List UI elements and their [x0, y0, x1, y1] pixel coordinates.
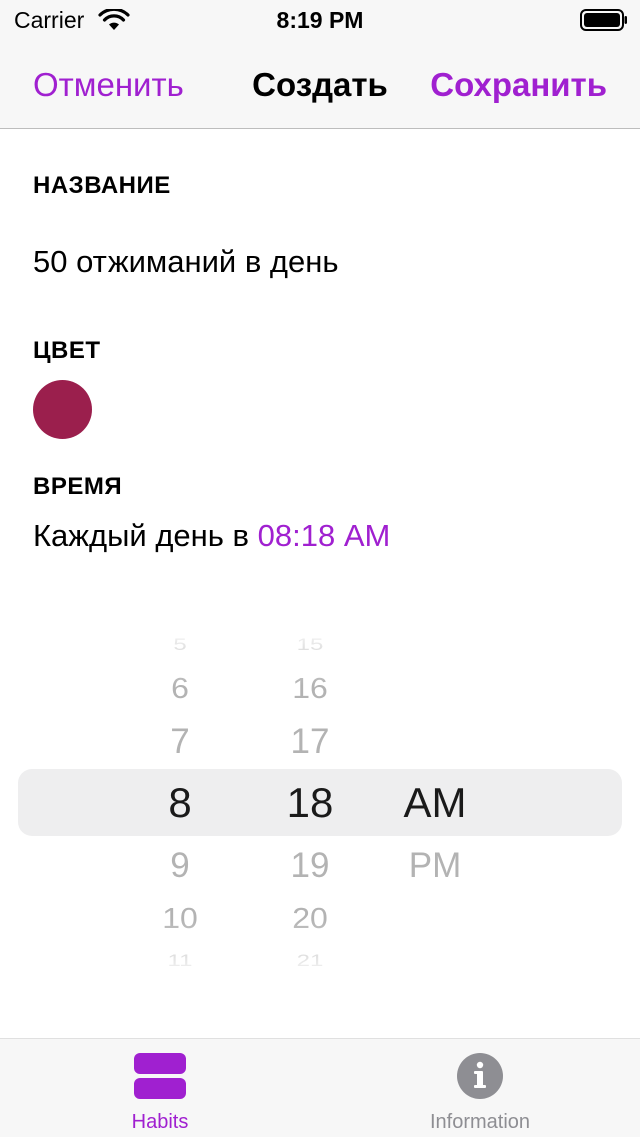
- time-summary-prefix: Каждый день в: [33, 518, 258, 553]
- minute-option[interactable]: 19: [250, 848, 370, 883]
- hour-wheel[interactable]: 456789101112: [120, 625, 240, 980]
- minute-option[interactable]: 20: [250, 904, 370, 933]
- tab-habits-label: Habits: [131, 1111, 189, 1133]
- tab-habits[interactable]: Habits: [0, 1039, 320, 1137]
- minute-selected[interactable]: 18: [250, 782, 370, 824]
- minute-option[interactable]: 16: [250, 674, 370, 703]
- period-option[interactable]: PM: [375, 848, 495, 883]
- hour-option[interactable]: 9: [120, 848, 240, 883]
- period-selected[interactable]: AM: [375, 782, 495, 824]
- cancel-button[interactable]: Отменить: [33, 66, 184, 104]
- minute-option[interactable]: 17: [250, 724, 370, 759]
- name-section-label: НАЗВАНИЕ: [33, 172, 171, 199]
- tab-information-label: Information: [429, 1111, 531, 1133]
- tab-information[interactable]: Information: [320, 1039, 640, 1137]
- color-picker-swatch[interactable]: [33, 380, 92, 439]
- time-picker[interactable]: 456789101112 141516171819202122 AMPM: [0, 625, 640, 980]
- habits-stack-icon: [134, 1053, 186, 1099]
- tab-bar: Habits Information: [0, 1038, 640, 1137]
- hour-selected[interactable]: 8: [120, 782, 240, 824]
- hour-option[interactable]: 7: [120, 724, 240, 759]
- minute-wheel[interactable]: 141516171819202122: [250, 625, 370, 980]
- status-bar: Carrier 8:19 PM: [0, 0, 640, 40]
- period-wheel[interactable]: AM PM: [375, 625, 495, 980]
- hour-option[interactable]: 10: [120, 904, 240, 933]
- save-button[interactable]: Сохранить: [430, 66, 607, 104]
- hour-option[interactable]: 6: [120, 674, 240, 703]
- hour-option[interactable]: 5: [120, 636, 240, 654]
- info-circle-icon: [457, 1053, 503, 1099]
- color-section-label: ЦВЕТ: [33, 337, 101, 364]
- hour-option[interactable]: 11: [120, 952, 240, 970]
- status-time: 8:19 PM: [276, 7, 364, 33]
- time-summary-value[interactable]: 08:18 AM: [258, 518, 391, 553]
- time-section-label: ВРЕМЯ: [33, 473, 123, 500]
- battery-icon: [580, 9, 627, 31]
- habit-name-input[interactable]: [33, 238, 603, 286]
- navigation-bar: Отменить Создать Сохранить: [0, 40, 640, 129]
- minute-option[interactable]: 21: [250, 952, 370, 970]
- minute-option[interactable]: 15: [250, 636, 370, 654]
- time-summary: Каждый день в 08:18 AM: [33, 518, 390, 554]
